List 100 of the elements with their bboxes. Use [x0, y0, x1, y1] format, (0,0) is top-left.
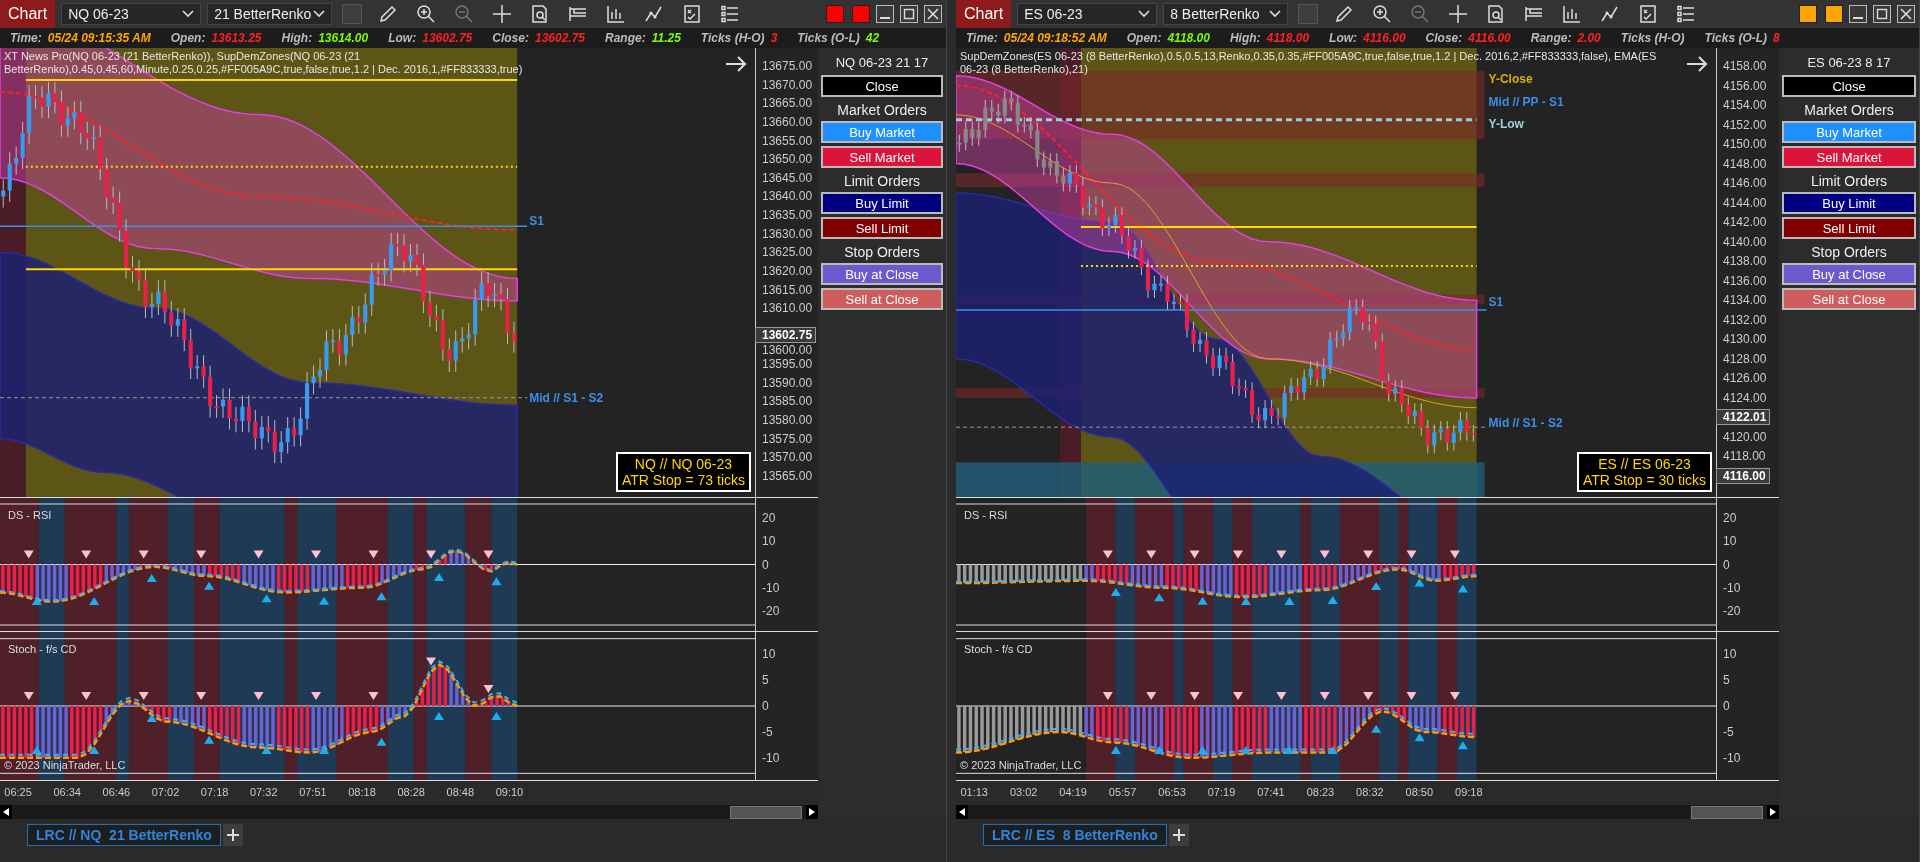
price-label: 13610.00: [762, 301, 813, 316]
time-label: 07:51: [299, 786, 327, 799]
price-label: 4146.00: [1723, 176, 1767, 191]
bar-type-dropdown[interactable]: 21 BetterRenko: [207, 3, 333, 25]
order-button[interactable]: Sell Market: [1782, 146, 1916, 168]
chart-button[interactable]: Chart: [0, 0, 56, 28]
time-label: 07:32: [250, 786, 278, 799]
time-label: 08:28: [397, 786, 425, 799]
order-button[interactable]: Sell Market: [821, 146, 943, 168]
time-label: 07:19: [1207, 786, 1236, 799]
bar-type-dropdown[interactable]: 8 BetterRenko: [1163, 3, 1289, 25]
info-value: 42: [865, 31, 880, 45]
price-label: 4140.00: [1723, 234, 1767, 249]
time-label: 08:18: [348, 786, 376, 799]
info-value: 4118.00: [1167, 31, 1210, 45]
price-label: 13600.00: [762, 343, 813, 358]
axis-label: 20: [762, 511, 776, 526]
time-label: 01:13: [960, 786, 988, 799]
price-label: 4148.00: [1723, 156, 1767, 171]
order-button[interactable]: Sell Limit: [1782, 217, 1916, 239]
section-heading: Stop Orders: [843, 244, 921, 260]
price-label: 13665.00: [762, 96, 813, 111]
time-label: 08:50: [1405, 786, 1434, 799]
order-button[interactable]: Close: [821, 75, 943, 97]
order-button[interactable]: Buy at Close: [821, 263, 943, 285]
info-label: Time:: [966, 31, 998, 45]
price-label: 13615.00: [762, 282, 813, 297]
axis-label: -10: [1723, 580, 1741, 595]
chart-tab[interactable]: LRC // ES 8 BetterRenko: [983, 824, 1167, 846]
price-label: 13570.00: [762, 450, 813, 465]
section-heading: Limit Orders: [1809, 173, 1889, 189]
info-value: 13602.75: [534, 31, 585, 45]
panel-title: DS - RSI: [8, 509, 52, 522]
axis-label: 10: [762, 647, 776, 662]
info-value: 11.25: [651, 31, 681, 45]
price-label: 4154.00: [1723, 98, 1767, 113]
instrument-dropdown[interactable]: ES 06-23: [1017, 3, 1158, 25]
level-label: Mid // PP - S1: [1488, 94, 1564, 109]
info-label: High:: [1229, 31, 1261, 45]
order-button[interactable]: Sell at Close: [821, 288, 943, 310]
order-button[interactable]: Buy at Close: [1782, 263, 1916, 285]
section-heading: Stop Orders: [1810, 244, 1888, 260]
price-label: 13565.00: [762, 469, 813, 483]
info-value: 4116.00: [1363, 31, 1406, 45]
price-label: 13645.00: [762, 170, 813, 185]
last-price-marker: 4116.00: [1716, 468, 1770, 484]
chart-button[interactable]: Chart: [956, 0, 1012, 28]
info-value: 13613.25: [211, 31, 262, 45]
level-label: Mid // S1 - S2: [529, 391, 604, 406]
info-label: Ticks (H-O): [700, 31, 765, 45]
section-heading: Market Orders: [836, 102, 928, 118]
time-label: 07:18: [200, 786, 229, 799]
price-label: 13635.00: [762, 208, 813, 223]
order-button[interactable]: Close: [1782, 75, 1916, 97]
atr-text: ATR Stop = 73 ticks: [621, 472, 745, 489]
price-label: 13595.00: [762, 357, 813, 372]
price-label: 4158.00: [1723, 59, 1767, 73]
time-label: 09:18: [1455, 786, 1483, 799]
order-button[interactable]: Buy Limit: [1782, 192, 1916, 214]
time-label: 06:25: [4, 786, 32, 799]
instrument-dropdown[interactable]: NQ 06-23: [61, 3, 202, 25]
chart-tab[interactable]: LRC // NQ 21 BetterRenko: [27, 824, 221, 846]
axis-label: 10: [1723, 647, 1737, 662]
info-value: 13614.00: [318, 31, 369, 45]
axis-label: -5: [1723, 725, 1734, 740]
price-label: 4128.00: [1723, 351, 1767, 366]
time-label: 06:53: [1158, 786, 1186, 799]
level-label: S1: [1488, 294, 1504, 309]
info-label: Open:: [170, 31, 206, 45]
instrument-header: ES 06-23 8 17: [1806, 54, 1892, 72]
order-button[interactable]: Sell Limit: [821, 217, 943, 239]
price-label: 4136.00: [1723, 273, 1767, 288]
axis-label: 5: [1723, 673, 1730, 688]
price-label: 4150.00: [1723, 137, 1767, 152]
atr-text: NQ // NQ 06-23: [633, 456, 734, 473]
time-label: 08:48: [446, 786, 475, 799]
price-label: 13630.00: [762, 226, 813, 241]
price-label: 4156.00: [1723, 78, 1767, 93]
axis-label: 0: [1723, 699, 1730, 714]
time-label: 05:57: [1108, 786, 1137, 799]
axis-label: -20: [762, 604, 780, 619]
copyright-text: © 2023 NinjaTrader, LLC: [4, 759, 126, 772]
price-label: 13660.00: [762, 114, 813, 129]
info-value: 05/24 09:18:52 AM: [1003, 31, 1107, 45]
panel-title: Stoch - f/s CD: [8, 643, 77, 656]
price-label: 13640.00: [762, 189, 813, 204]
price-label: 13670.00: [762, 77, 813, 92]
order-button[interactable]: Buy Limit: [821, 192, 943, 214]
price-label: 4134.00: [1723, 293, 1767, 308]
section-heading: Limit Orders: [842, 173, 922, 189]
info-label: Time:: [10, 31, 42, 45]
last-price-marker: 4122.01: [1716, 409, 1771, 426]
axis-label: -10: [762, 750, 780, 765]
instrument-header: NQ 06-23 21 17: [834, 54, 930, 72]
info-label: Low:: [388, 31, 417, 45]
price-label: 4130.00: [1723, 332, 1767, 347]
order-button[interactable]: Sell at Close: [1782, 288, 1916, 310]
info-label: Range:: [1530, 31, 1572, 45]
price-label: 13575.00: [762, 431, 813, 446]
price-label: 4132.00: [1723, 312, 1767, 327]
